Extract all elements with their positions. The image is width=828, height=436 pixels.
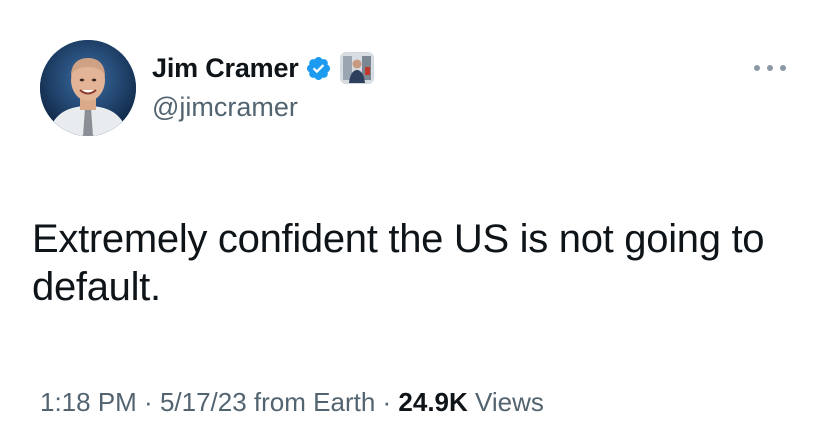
user-handle[interactable]: @jimcramer bbox=[152, 92, 298, 123]
tweet-date[interactable]: 5/17/23 bbox=[160, 387, 247, 417]
tweet-meta: 1:18 PM · 5/17/23 from Earth · 24.9K Vie… bbox=[40, 387, 544, 418]
avatar[interactable] bbox=[40, 40, 136, 136]
meta-separator: · bbox=[136, 387, 160, 417]
views-label[interactable]: Views bbox=[475, 387, 544, 417]
tweet-time[interactable]: 1:18 PM bbox=[40, 387, 137, 417]
more-dot bbox=[767, 65, 773, 71]
more-options-icon[interactable] bbox=[754, 58, 786, 78]
meta-separator: · bbox=[375, 387, 399, 417]
more-dot bbox=[754, 65, 760, 71]
tweet-text: Extremely confident the US is not going … bbox=[32, 217, 765, 309]
author-name-row: Jim Cramer bbox=[152, 50, 374, 86]
affiliate-badge-icon[interactable] bbox=[339, 52, 374, 84]
views-count[interactable]: 24.9K bbox=[398, 387, 467, 417]
display-name[interactable]: Jim Cramer bbox=[152, 53, 299, 84]
verified-badge-icon bbox=[305, 55, 332, 82]
more-dot bbox=[780, 65, 786, 71]
profile-photo-icon bbox=[40, 40, 136, 136]
tweet-card: Jim Cramer @jimcramer Extremely confiden bbox=[0, 0, 828, 436]
tweet-source: from Earth bbox=[253, 387, 376, 417]
